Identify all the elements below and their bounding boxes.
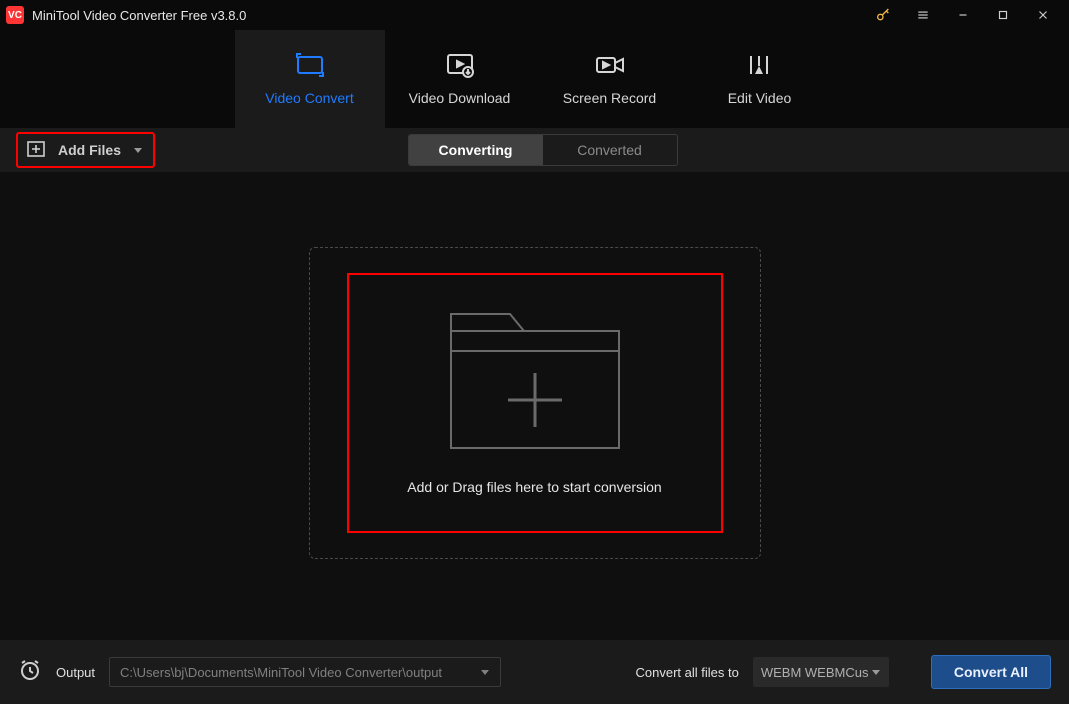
titlebar: VC MiniTool Video Converter Free v3.8.0 xyxy=(0,0,1069,30)
output-format-value: WEBM WEBMCus xyxy=(761,665,869,680)
status-tabs: Converting Converted xyxy=(408,134,678,166)
tab-label: Edit Video xyxy=(728,90,792,106)
main-area: Add or Drag files here to start conversi… xyxy=(0,172,1069,640)
convert-loop-icon xyxy=(295,52,325,78)
output-label: Output xyxy=(56,665,95,680)
footer-bar: Output C:\Users\bj\Documents\MiniTool Vi… xyxy=(0,640,1069,704)
tab-label: Screen Record xyxy=(563,90,656,106)
tab-converted[interactable]: Converted xyxy=(543,135,677,165)
chevron-down-icon xyxy=(871,665,881,680)
dropzone-text: Add or Drag files here to start conversi… xyxy=(407,479,661,495)
app-logo: VC xyxy=(6,6,24,24)
minimize-icon[interactable] xyxy=(943,0,983,30)
tab-label: Video Download xyxy=(409,90,511,106)
output-format-select[interactable]: WEBM WEBMCus xyxy=(753,657,889,687)
tab-converting[interactable]: Converting xyxy=(409,135,543,165)
close-icon[interactable] xyxy=(1023,0,1063,30)
output-path-text: C:\Users\bj\Documents\MiniTool Video Con… xyxy=(120,665,442,680)
sub-toolbar: Add Files Converting Converted xyxy=(0,128,1069,172)
dropzone[interactable]: Add or Drag files here to start conversi… xyxy=(347,273,723,533)
app-title: MiniTool Video Converter Free v3.8.0 xyxy=(32,8,246,23)
maximize-icon[interactable] xyxy=(983,0,1023,30)
tab-label: Video Convert xyxy=(265,90,353,106)
chevron-down-icon xyxy=(480,665,490,680)
chevron-down-icon xyxy=(133,142,143,158)
output-path-select[interactable]: C:\Users\bj\Documents\MiniTool Video Con… xyxy=(109,657,501,687)
download-icon xyxy=(445,52,475,78)
tab-edit-video[interactable]: Edit Video xyxy=(685,30,835,128)
add-file-icon xyxy=(26,140,46,161)
edit-icon xyxy=(745,52,775,78)
tab-video-convert[interactable]: Video Convert xyxy=(235,30,385,128)
add-files-label: Add Files xyxy=(58,142,121,158)
convert-all-to-label: Convert all files to xyxy=(636,665,739,680)
upgrade-key-icon[interactable] xyxy=(863,0,903,30)
tab-screen-record[interactable]: Screen Record xyxy=(535,30,685,128)
tab-video-download[interactable]: Video Download xyxy=(385,30,535,128)
record-icon xyxy=(595,52,625,78)
add-files-button[interactable]: Add Files xyxy=(16,132,155,168)
convert-all-button[interactable]: Convert All xyxy=(931,655,1051,689)
schedule-icon[interactable] xyxy=(18,658,42,687)
folder-plus-icon xyxy=(448,311,622,451)
menu-icon[interactable] xyxy=(903,0,943,30)
main-nav: Video Convert Video Download Screen Reco… xyxy=(0,30,1069,128)
dropzone-outer: Add or Drag files here to start conversi… xyxy=(309,247,761,559)
